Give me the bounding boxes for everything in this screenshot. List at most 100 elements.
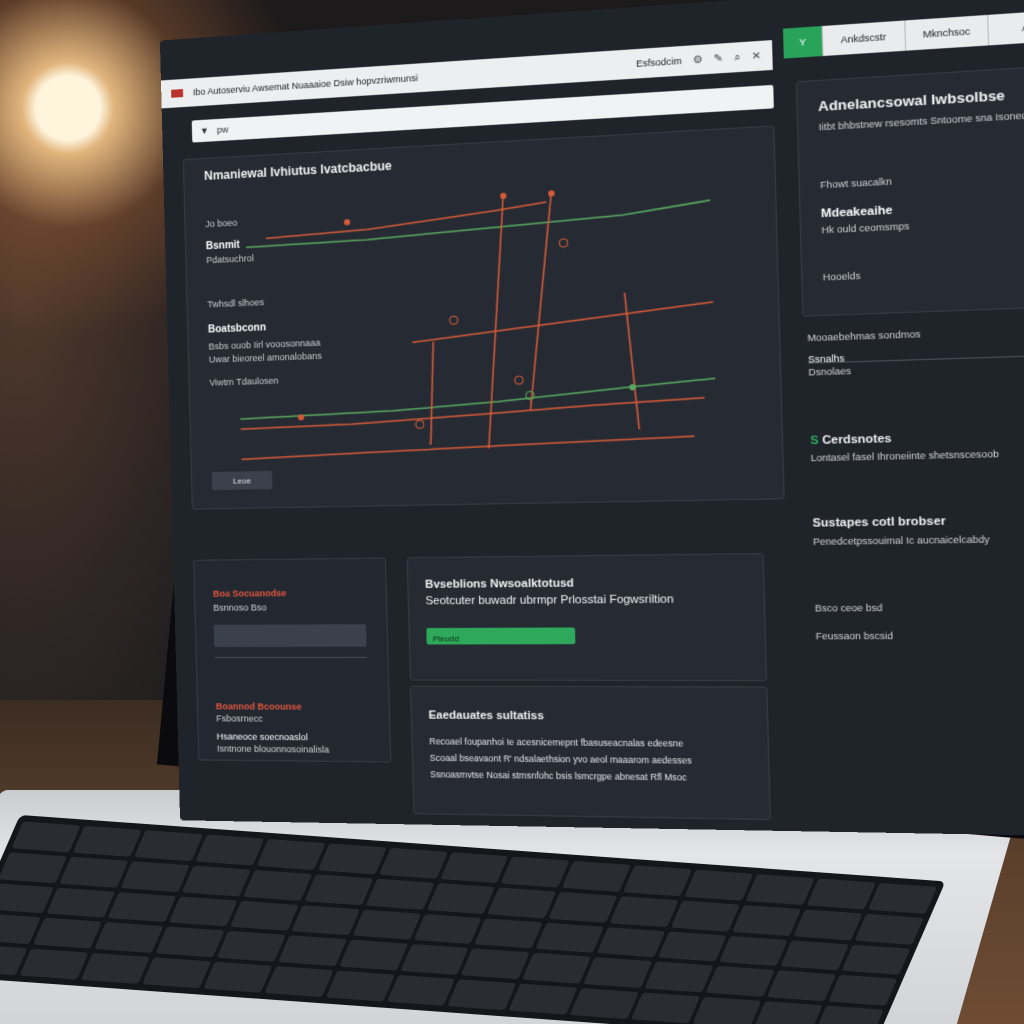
filter-icon[interactable]: ▼ — [200, 126, 209, 137]
keyboard-key — [413, 913, 483, 945]
keyboard-key — [732, 904, 802, 936]
background-scene: Ibo Autoserviu Awsemat Nuaaaioe Dsiw hop… — [0, 0, 1024, 1024]
keyboard-key — [264, 966, 334, 998]
left-panel: Boa Socuanodse Bsnnoso Bso Boannod Bcoou… — [193, 557, 392, 763]
keyboard-key — [868, 882, 938, 914]
left-panel-subtitle: Bsnnoso Bso — [213, 602, 267, 613]
edit-icon[interactable]: ✎ — [714, 52, 724, 64]
close-icon[interactable]: ✕ — [752, 50, 762, 62]
tab-ahy[interactable]: Ahy — [988, 9, 1024, 46]
keyboard-key — [719, 935, 789, 967]
keyboard-key — [501, 856, 570, 888]
panel-title: Nmaniewal Ivhiutus Ivatcbacbue — [203, 158, 392, 184]
valve-node — [548, 190, 555, 197]
keyboard-key — [0, 852, 68, 883]
status-title: S Cerdsnotes — [810, 433, 892, 448]
keyboard-key — [644, 961, 714, 993]
process-panel: Bvseblions Nwsoalktotusd Seotcuter buwad… — [406, 553, 768, 682]
keyboard-key — [168, 896, 238, 927]
summary-line: Ssnoasmvtse Nosai stmsnfohc bsis lsmcrgp… — [429, 769, 687, 783]
summary-line: Scoaal bseavaont R' ndsalaethsion yvo ae… — [429, 752, 692, 766]
keyboard-key — [535, 922, 605, 954]
keyboard-key — [365, 878, 435, 910]
process-title: Bvseblions Nwsoalktotusd — [424, 577, 574, 591]
pipeline-diagram — [204, 161, 740, 490]
keyboard-key — [447, 979, 517, 1011]
keyboard-key — [304, 874, 374, 905]
keyboard-key — [828, 975, 898, 1006]
pipe-green — [245, 200, 711, 247]
keyboard-key — [745, 874, 815, 905]
tab-active[interactable]: Y — [782, 25, 824, 59]
pipe-riser — [428, 342, 436, 445]
search-input[interactable]: pw — [217, 124, 229, 135]
keyboard-key — [195, 834, 265, 866]
info-subtitle: Iitbt bhbstnew rsesomts Sntoome sna Ison… — [818, 109, 1024, 133]
keyboard-key — [562, 860, 632, 892]
keyboard-key — [0, 882, 54, 914]
keyboard-key — [107, 891, 177, 923]
keyboard-key — [474, 917, 544, 949]
alert-subtitle: Fsbosrnecc — [216, 713, 263, 724]
keyboard-key — [610, 896, 680, 927]
laptop-screen: Ibo Autoserviu Awsemat Nuaaaioe Dsiw hop… — [159, 0, 1024, 837]
keyboard-key — [522, 953, 592, 984]
info-panel: Adnelancsowal Iwbsolbse Iitbt bhbstnew r… — [795, 64, 1024, 317]
keyboard-key — [570, 988, 640, 1020]
search-icon[interactable]: ⌕ — [734, 51, 741, 63]
info-title: Adnelancsowal Iwbsolbse — [817, 87, 1006, 115]
keyboard-key — [426, 882, 496, 914]
keyboard-key — [623, 865, 693, 897]
pipe-orange — [265, 202, 547, 238]
breadcrumb[interactable]: Ibo Autoserviu Awsemat Nuaaaioe Dsiw hop… — [193, 59, 625, 98]
keyboard-key — [753, 1001, 823, 1024]
valve-node — [449, 316, 458, 325]
info-section-text: Hk ould ceomsmps — [821, 220, 910, 236]
keyboard-key — [141, 957, 211, 989]
keyboard-key — [72, 825, 142, 857]
keyboard-key — [19, 948, 89, 980]
keyboard-key — [854, 913, 924, 945]
pipe-riser — [482, 194, 510, 449]
pipe-lines — [235, 183, 717, 459]
keyboard-key — [11, 821, 81, 853]
gear-icon[interactable]: ⚙ — [693, 54, 703, 66]
valve-node — [415, 420, 424, 428]
keyboard-key — [229, 900, 299, 932]
summary-title: Eaedauates sultatiss — [428, 709, 545, 723]
list-item[interactable]: Bsco ceoe bsd — [815, 602, 883, 613]
tab-mknchsoc[interactable]: Mknchsoc — [904, 14, 990, 51]
keyboard-key — [46, 887, 116, 919]
alert-title: Boannod Bcoounse — [215, 701, 302, 712]
keyboard-key — [325, 970, 395, 1002]
section-text: Penedcetpssouimal Ic aucnaicelcabdy — [812, 533, 990, 548]
keyboard-key — [386, 975, 456, 1006]
divider — [214, 656, 367, 659]
pipe-orange — [241, 436, 695, 459]
process-subtitle: Seotcuter buwadr ubrmpr Prlosstai Fogwsr… — [425, 593, 674, 608]
right-tab-bar: Y Ankdscstr Mknchsoc Ahy — [782, 9, 1024, 59]
pipe-green — [240, 378, 716, 419]
info-footer: Hooelds — [822, 270, 861, 283]
keyboard-key — [692, 996, 762, 1024]
info-section-label: Fhowt suacalkn — [820, 176, 893, 191]
progress-fill: Pleudd — [426, 627, 576, 645]
right-field-value[interactable]: Dsnolaes — [808, 366, 851, 378]
keyboard-key — [216, 931, 286, 962]
list-item[interactable]: Feussaon bscsid — [816, 631, 894, 642]
keyboard-key — [793, 909, 863, 941]
keyboard-key — [631, 992, 701, 1024]
keyboard-key — [277, 935, 347, 967]
right-heading-label: Mooaebehmas sondmos — [807, 328, 921, 344]
valve-node — [515, 376, 524, 385]
control-label[interactable]: Esfsodcim — [636, 56, 682, 69]
keyboard-key — [181, 865, 251, 897]
summary-panel: Eaedauates sultatiss Recoael foupanhoi I… — [410, 685, 772, 821]
tab-ankdscstr[interactable]: Ankdscstr — [822, 20, 906, 57]
panel-action-button[interactable]: Leoe — [211, 470, 273, 491]
summary-line: Recoael foupanhoi Ie acesnicemepnt fbasu… — [429, 736, 684, 749]
left-panel-input[interactable] — [213, 624, 367, 647]
keyboard-key — [583, 957, 653, 989]
keyboard-key — [120, 860, 190, 892]
keyboard-key — [657, 931, 727, 962]
